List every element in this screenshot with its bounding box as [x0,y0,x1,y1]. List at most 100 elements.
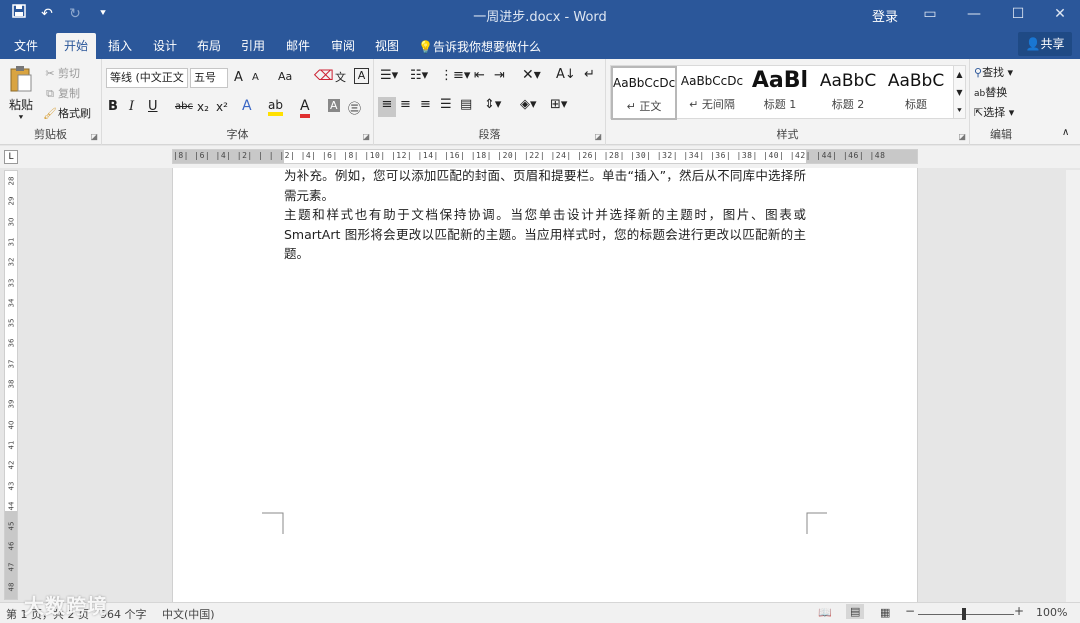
bullets-icon[interactable]: ☰▾ [380,68,398,83]
more-icon[interactable]: ⯆ [954,102,965,120]
zoom-level[interactable]: 100% [1036,606,1067,619]
paste-button[interactable]: 粘贴 ⯆ [8,65,34,123]
status-bar: 第 1 页，共 2 页 964 个字 中文(中国) 📖 ▤ ▦ − + 100% [0,602,1080,623]
underline-button[interactable]: U [148,99,158,114]
dialog-launcher-icon[interactable]: ◪ [90,132,98,141]
style-no-spacing[interactable]: AaBbCcDc ↵ 无间隔 [679,66,745,120]
character-border-icon[interactable]: A [354,68,369,84]
language-indicator[interactable]: 中文(中国) [162,606,215,622]
font-color-icon[interactable]: A [300,98,310,118]
style-heading-1[interactable]: AaBl 标题 1 [747,66,813,120]
zoom-slider[interactable] [918,614,1014,615]
find-label: 查找 [982,66,1005,79]
distributed-icon[interactable]: ▤ [460,97,472,112]
tab-design[interactable]: 设计 [145,33,185,59]
grow-font-button[interactable]: A [234,70,243,85]
close-button[interactable]: ✕ [1040,2,1080,26]
vertical-scrollbar[interactable] [1066,170,1080,602]
style-normal[interactable]: AaBbCcDc ↵ 正文 [611,66,677,120]
shading-icon[interactable]: ◈▾ [520,97,537,112]
line-spacing-icon[interactable]: ⇕▾ [484,97,501,112]
collapse-ribbon-icon[interactable]: ∧ [1062,127,1069,138]
clear-format-icon[interactable]: ⌫ [314,68,334,84]
numbering-icon[interactable]: ☷▾ [410,68,428,83]
align-left-icon[interactable]: ≡ [378,97,396,117]
increase-indent-icon[interactable]: ⇥ [494,68,505,83]
ribbon-display-button[interactable]: ▭ [910,2,950,26]
tab-references[interactable]: 引用 [233,33,273,59]
replace-button[interactable]: ab替换 [974,84,1007,100]
strikethrough-button[interactable]: abc [175,101,193,112]
tab-review[interactable]: 审阅 [323,33,363,59]
paragraph-dialog-launcher-icon[interactable]: ◪ [594,132,602,141]
read-mode-icon[interactable]: 📖 [818,606,832,619]
style-name: 标题 1 [763,98,797,111]
chevron-up-icon[interactable]: ▲ [954,66,965,84]
document-paragraph[interactable]: 为补充。例如，您可以添加匹配的封面、页眉和提要栏。单击“插入”，然后从不同库中选… [284,166,806,205]
tell-me-text: 告诉我你想要做什么 [432,40,541,54]
copy-button[interactable]: ⧉ 复制 [42,85,80,101]
cut-button[interactable]: ✂ 剪切 [42,65,80,81]
select-button[interactable]: ⇱选择 ▾ [974,104,1014,120]
borders-icon[interactable]: ⊞▾ [550,97,567,112]
zoom-in-button[interactable]: + [1014,604,1024,618]
redo-icon[interactable]: ↻ [66,4,84,24]
document-paragraph[interactable]: 主题和样式也有助于文档保持协调。当您单击设计并选择新的主题时，图片、图表或 Sm… [284,205,806,264]
ruler-tick: 35 [7,318,16,328]
asian-layout-icon[interactable]: ✕▾ [522,67,541,83]
enclose-characters-icon[interactable]: ㊂ [348,98,361,117]
style-heading-2[interactable]: AaBbC 标题 2 [815,66,881,120]
show-marks-icon[interactable]: ↵ [584,67,595,82]
sort-icon[interactable]: A↓ [556,67,576,82]
phonetic-guide-icon[interactable]: 文 [335,69,346,85]
crop-mark [262,512,284,534]
styles-dialog-launcher-icon[interactable]: ◪ [958,132,966,141]
tab-home[interactable]: 开始 [56,33,97,59]
print-layout-icon[interactable]: ▤ [846,604,865,619]
horizontal-ruler[interactable]: |8| |6| |4| |2| | | |2| |4| |6| |8| |10|… [172,149,918,164]
paste-dropdown-icon[interactable]: ⯆ [8,113,34,123]
styles-scroll[interactable]: ▲ ▼ ⯆ [953,65,966,119]
align-right-icon[interactable]: ≡ [420,97,431,112]
maximize-button[interactable]: ☐ [998,2,1038,26]
save-icon[interactable] [10,4,28,24]
tab-file[interactable]: 文件 [6,33,46,59]
minimize-button[interactable]: — [954,2,994,26]
tab-mailings[interactable]: 邮件 [278,33,318,59]
tell-me-box[interactable]: 💡告诉我你想要做什么 [418,38,541,55]
find-button[interactable]: ⚲查找 ▾ [974,64,1013,80]
superscript-button[interactable]: x² [216,100,228,114]
tab-layout[interactable]: 布局 [189,33,229,59]
change-case-button[interactable]: Aa [278,70,292,83]
multilevel-list-icon[interactable]: ⋮≡▾ [440,68,470,83]
ruler-tick: 41 [7,440,16,450]
undo-icon[interactable]: ↶ [38,4,56,24]
bold-button[interactable]: B [108,99,118,114]
format-painter-button[interactable]: 🖌格式刷 [42,105,91,121]
tab-selector[interactable]: L [4,150,18,164]
tab-view[interactable]: 视图 [367,33,407,59]
font-size-dropdown[interactable]: 五号 [190,68,228,88]
share-button[interactable]: 👤共享 [1018,32,1072,56]
shrink-font-button[interactable]: A [252,72,259,83]
login-link[interactable]: 登录 [872,6,898,25]
font-name-dropdown[interactable]: 等线 (中文正文 [106,68,188,88]
chevron-down-icon[interactable]: ▼ [954,84,965,102]
text-effects-icon[interactable]: A [242,98,252,114]
zoom-slider-thumb[interactable] [962,608,966,620]
customize-icon[interactable]: ⯆ [94,4,112,24]
tab-insert[interactable]: 插入 [100,33,140,59]
web-layout-icon[interactable]: ▦ [880,606,890,619]
font-dialog-launcher-icon[interactable]: ◪ [362,132,370,141]
italic-button[interactable]: I [129,99,134,114]
subscript-button[interactable]: x₂ [197,100,209,114]
decrease-indent-icon[interactable]: ⇤ [474,68,485,83]
justify-icon[interactable]: ☰ [440,97,452,112]
highlight-icon[interactable]: ab [268,98,283,116]
select-label: 选择 [983,106,1006,119]
vertical-ruler[interactable]: 28 29 30 31 32 33 34 35 36 37 38 39 40 41 42 43 44 45 46 47… [4,170,18,600]
align-center-icon[interactable]: ≡ [400,97,411,112]
character-shading-icon[interactable]: A [328,99,340,112]
zoom-out-button[interactable]: − [905,604,915,618]
style-title[interactable]: AaBbC 标题 [883,66,949,120]
